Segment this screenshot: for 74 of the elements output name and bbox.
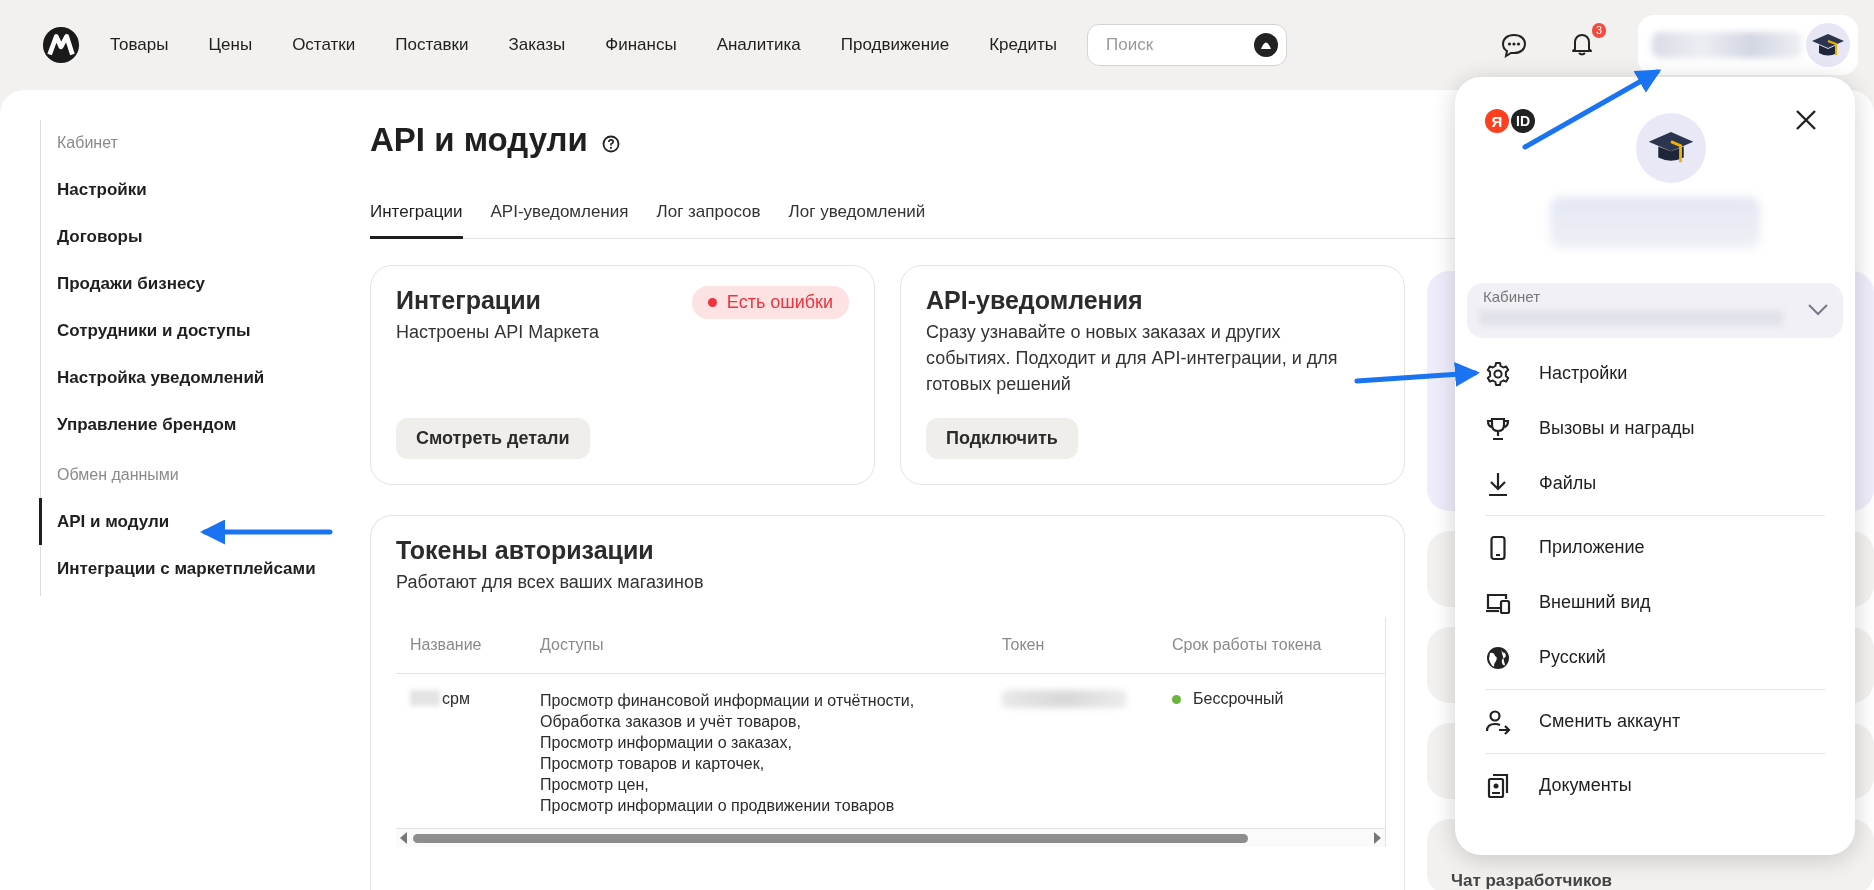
menu-item[interactable]: Сменить аккаунт <box>1485 694 1825 749</box>
page-title: API и модули <box>370 121 588 159</box>
card-description: Работают для всех ваших магазинов <box>396 571 705 594</box>
help-icon[interactable] <box>601 135 620 153</box>
card-title: Токены авторизации <box>396 536 655 565</box>
user-switch-icon <box>1485 708 1511 735</box>
tab[interactable]: Лог запросов <box>656 192 761 239</box>
notification-badge: 3 <box>1591 23 1606 38</box>
card-description: Сразу узнавайте о новых заказах и других событиях. Подходит и для API-интеграции, и для готовых решений <box>926 321 1339 396</box>
access-item: Просмотр товаров и карточек, <box>540 754 766 774</box>
card-title: API-уведомления <box>926 286 1144 315</box>
column-header: Токен <box>1001 636 1046 654</box>
nav-link[interactable]: Кредиты <box>989 35 1058 55</box>
id-logo: Я ID <box>1485 109 1535 133</box>
sidebar-item[interactable]: Настройки <box>39 166 348 213</box>
nav-link[interactable]: Аналитика <box>716 35 801 55</box>
column-header: Доступы <box>539 636 605 654</box>
nav-link[interactable]: Заказы <box>508 35 566 55</box>
graduation-cap-icon <box>1636 113 1706 183</box>
access-item: Просмотр финансовой информации и отчётности, <box>540 691 916 711</box>
card-description: Настроены API Маркета <box>396 321 599 344</box>
menu-item[interactable]: Внешний вид <box>1485 575 1825 630</box>
sidebar-heading: Обмен данными <box>57 465 180 485</box>
menu-item[interactable]: Приложение <box>1485 520 1825 575</box>
menu-item[interactable]: Настройки <box>1485 346 1825 401</box>
sidebar-item[interactable]: Договоры <box>39 213 348 260</box>
access-item: Обработка заказов и учёт товаров, <box>540 712 802 732</box>
nav-link[interactable]: Цены <box>208 35 253 55</box>
assistant-icon[interactable] <box>1254 33 1279 57</box>
status-label: Есть ошибки <box>726 292 833 313</box>
token-name: срм <box>442 690 470 708</box>
access-item: Просмотр информации о продвижении товаров <box>540 796 896 816</box>
documents-icon <box>1485 772 1511 799</box>
expiry-label: Бессрочный <box>1193 690 1284 708</box>
tab[interactable]: Интеграции <box>370 192 463 239</box>
card-button[interactable]: Подключить <box>926 418 1078 459</box>
logo-icon[interactable] <box>42 26 80 64</box>
profile-button[interactable] <box>1638 15 1858 75</box>
chevron-down-icon <box>1807 303 1829 317</box>
sidebar-item[interactable]: Интеграции с маркетплейсами <box>39 545 348 592</box>
access-item: Просмотр цен, <box>540 775 650 795</box>
graduation-cap-icon <box>1806 23 1850 67</box>
tab[interactable]: API-уведомления <box>490 192 629 239</box>
card-title: Интеграции <box>396 286 542 315</box>
sidebar-item[interactable]: Продажи бизнесу <box>39 260 348 307</box>
column-header: Срок работы токена <box>1171 636 1323 654</box>
sidebar-item[interactable]: API и модули <box>39 498 348 545</box>
cabinet-select[interactable]: Кабинет <box>1467 283 1843 338</box>
close-icon[interactable] <box>1795 109 1817 131</box>
globe-icon <box>1485 644 1511 671</box>
sidebar-item[interactable]: Сотрудники и доступы <box>39 307 348 354</box>
blurred-text <box>410 690 440 706</box>
sidebar-item[interactable]: Настройка уведомлений <box>39 354 348 401</box>
nav-link[interactable]: Товары <box>110 35 169 55</box>
menu-item[interactable]: Файлы <box>1485 456 1825 511</box>
search-field[interactable]: Поиск <box>1087 24 1288 66</box>
menu-item[interactable]: Документы <box>1485 758 1825 813</box>
chat-icon[interactable] <box>1500 31 1528 59</box>
column-header: Название <box>409 636 483 654</box>
menu-item[interactable]: Русский <box>1485 630 1825 685</box>
trophy-icon <box>1485 415 1511 442</box>
access-item: Просмотр информации о заказах, <box>540 733 793 753</box>
settings-icon <box>1485 360 1511 387</box>
nav-link[interactable]: Поставки <box>395 35 469 55</box>
tab[interactable]: Лог уведомлений <box>788 192 926 239</box>
sidebar-heading: Кабинет <box>57 133 119 153</box>
nav-link[interactable]: Финансы <box>605 35 677 55</box>
horizontal-scrollbar[interactable] <box>396 828 1385 847</box>
card-button[interactable]: Смотреть детали <box>396 418 590 459</box>
side-card-title: Чат разработчиков <box>1451 871 1612 890</box>
nav-link[interactable]: Продвижение <box>840 35 950 55</box>
sidebar-item[interactable]: Управление брендом <box>39 401 348 448</box>
menu-item[interactable]: Вызовы и награды <box>1485 401 1825 456</box>
nav-link[interactable]: Остатки <box>292 35 356 55</box>
